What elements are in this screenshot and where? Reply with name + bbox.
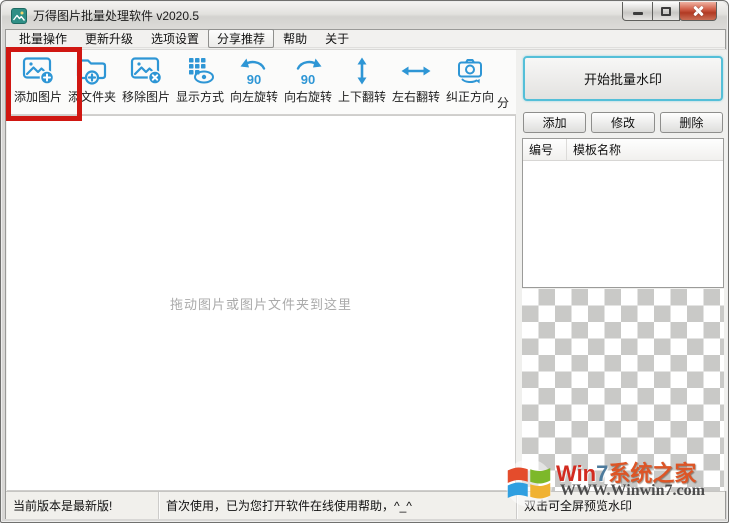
rotate-90-label: 90 <box>301 72 315 86</box>
close-button[interactable] <box>679 2 717 21</box>
toolbar-add-folder[interactable]: 添文件夹 <box>65 54 119 105</box>
toolbar-label: 纠正方向 <box>445 90 494 104</box>
toolbar-fix-orientation[interactable]: 纠正方向 <box>443 54 497 105</box>
remove-image-icon <box>130 57 163 85</box>
toolbar-add-image[interactable]: 添加图片 <box>11 54 65 105</box>
watermark-preview-area[interactable] <box>522 289 724 492</box>
start-batch-watermark-button[interactable]: 开始批量水印 <box>523 56 723 101</box>
minimize-icon <box>632 11 643 15</box>
window-title: 万得图片批量处理软件 v2020.5 <box>33 9 200 23</box>
app-window: 万得图片批量处理软件 v2020.5 批量操作 更新升级 选项设置 分享推荐 帮… <box>0 0 729 523</box>
status-bar: 当前版本是最新版! 首次使用，已为您打开软件在线使用帮助，^_^ 双击可全屏预览… <box>6 491 725 519</box>
toolbar-overflow-item[interactable]: 分 <box>497 54 516 111</box>
toolbar-remove-image[interactable]: 移除图片 <box>119 54 173 105</box>
toolbar-overflow-label: 分 <box>497 96 510 110</box>
close-icon <box>692 5 704 17</box>
status-message: 首次使用，已为您打开软件在线使用帮助，^_^ <box>159 492 517 519</box>
status-version: 当前版本是最新版! <box>6 492 159 519</box>
template-edit-button[interactable]: 修改 <box>591 112 655 133</box>
toolbar-flip-vertical[interactable]: 上下翻转 <box>335 54 389 105</box>
template-table-header: 编号 模板名称 <box>523 139 723 161</box>
rotate-left-icon: 90 <box>240 58 266 86</box>
minimize-button[interactable] <box>622 2 653 21</box>
menu-batch-ops[interactable]: 批量操作 <box>10 29 76 48</box>
rotate-right-icon: 90 <box>296 58 322 86</box>
menu-options[interactable]: 选项设置 <box>142 29 208 48</box>
flip-horizontal-icon <box>401 66 431 76</box>
toolbar-label: 上下翻转 <box>337 90 386 104</box>
rotate-90-label: 90 <box>247 72 261 86</box>
drop-zone-hint: 拖动图片或图片文件夹到这里 <box>169 296 352 312</box>
toolbar-label: 添加图片 <box>13 90 62 104</box>
image-drop-zone[interactable]: 拖动图片或图片文件夹到这里 <box>7 115 516 491</box>
menu-update[interactable]: 更新升级 <box>76 29 142 48</box>
window-content: 批量操作 更新升级 选项设置 分享推荐 帮助 关于 添加图片 添文件夹 移除图片… <box>5 29 727 519</box>
template-list[interactable] <box>523 161 723 287</box>
toolbar-label: 向右旋转 <box>283 90 332 104</box>
toolbar-label: 向左旋转 <box>229 90 278 104</box>
toolbar: 添加图片 添文件夹 移除图片 显示方式 90 向左旋转 90 向右旋转 上下翻转… <box>6 49 516 115</box>
app-logo-icon <box>11 7 27 24</box>
menu-help[interactable]: 帮助 <box>274 29 316 48</box>
title-bar[interactable]: 万得图片批量处理软件 v2020.5 <box>2 2 727 29</box>
template-delete-button[interactable]: 删除 <box>659 112 723 133</box>
menu-share[interactable]: 分享推荐 <box>208 29 275 48</box>
toolbar-display-mode[interactable]: 显示方式 <box>173 54 227 105</box>
toolbar-label: 左右翻转 <box>391 90 440 104</box>
status-preview-hint: 双击可全屏预览水印 <box>524 499 633 513</box>
template-actions: 添加 修改 删除 <box>523 112 723 133</box>
toolbar-flip-horizontal[interactable]: 左右翻转 <box>389 54 443 105</box>
toolbar-label: 显示方式 <box>175 90 224 104</box>
template-table: 编号 模板名称 <box>522 138 724 288</box>
window-controls <box>622 2 717 21</box>
toolbar-rotate-right[interactable]: 90 向右旋转 <box>281 54 335 105</box>
toolbar-label: 移除图片 <box>121 90 170 104</box>
display-mode-icon <box>189 58 214 84</box>
watermark-panel: 开始批量水印 添加 修改 删除 编号 模板名称 <box>516 49 727 492</box>
toolbar-rotate-left[interactable]: 90 向左旋转 <box>227 54 281 105</box>
menu-bar: 批量操作 更新升级 选项设置 分享推荐 帮助 关于 <box>6 29 725 48</box>
add-folder-icon <box>76 59 107 85</box>
flip-vertical-icon <box>357 57 367 85</box>
toolbar-label: 添文件夹 <box>67 90 116 104</box>
column-header-template-name[interactable]: 模板名称 <box>567 139 723 160</box>
maximize-button[interactable] <box>652 2 680 21</box>
column-header-number[interactable]: 编号 <box>523 139 567 160</box>
template-add-button[interactable]: 添加 <box>523 112 587 133</box>
fix-orientation-icon <box>458 59 482 84</box>
maximize-icon <box>661 6 671 16</box>
add-image-icon <box>22 57 55 85</box>
menu-about[interactable]: 关于 <box>316 29 358 48</box>
